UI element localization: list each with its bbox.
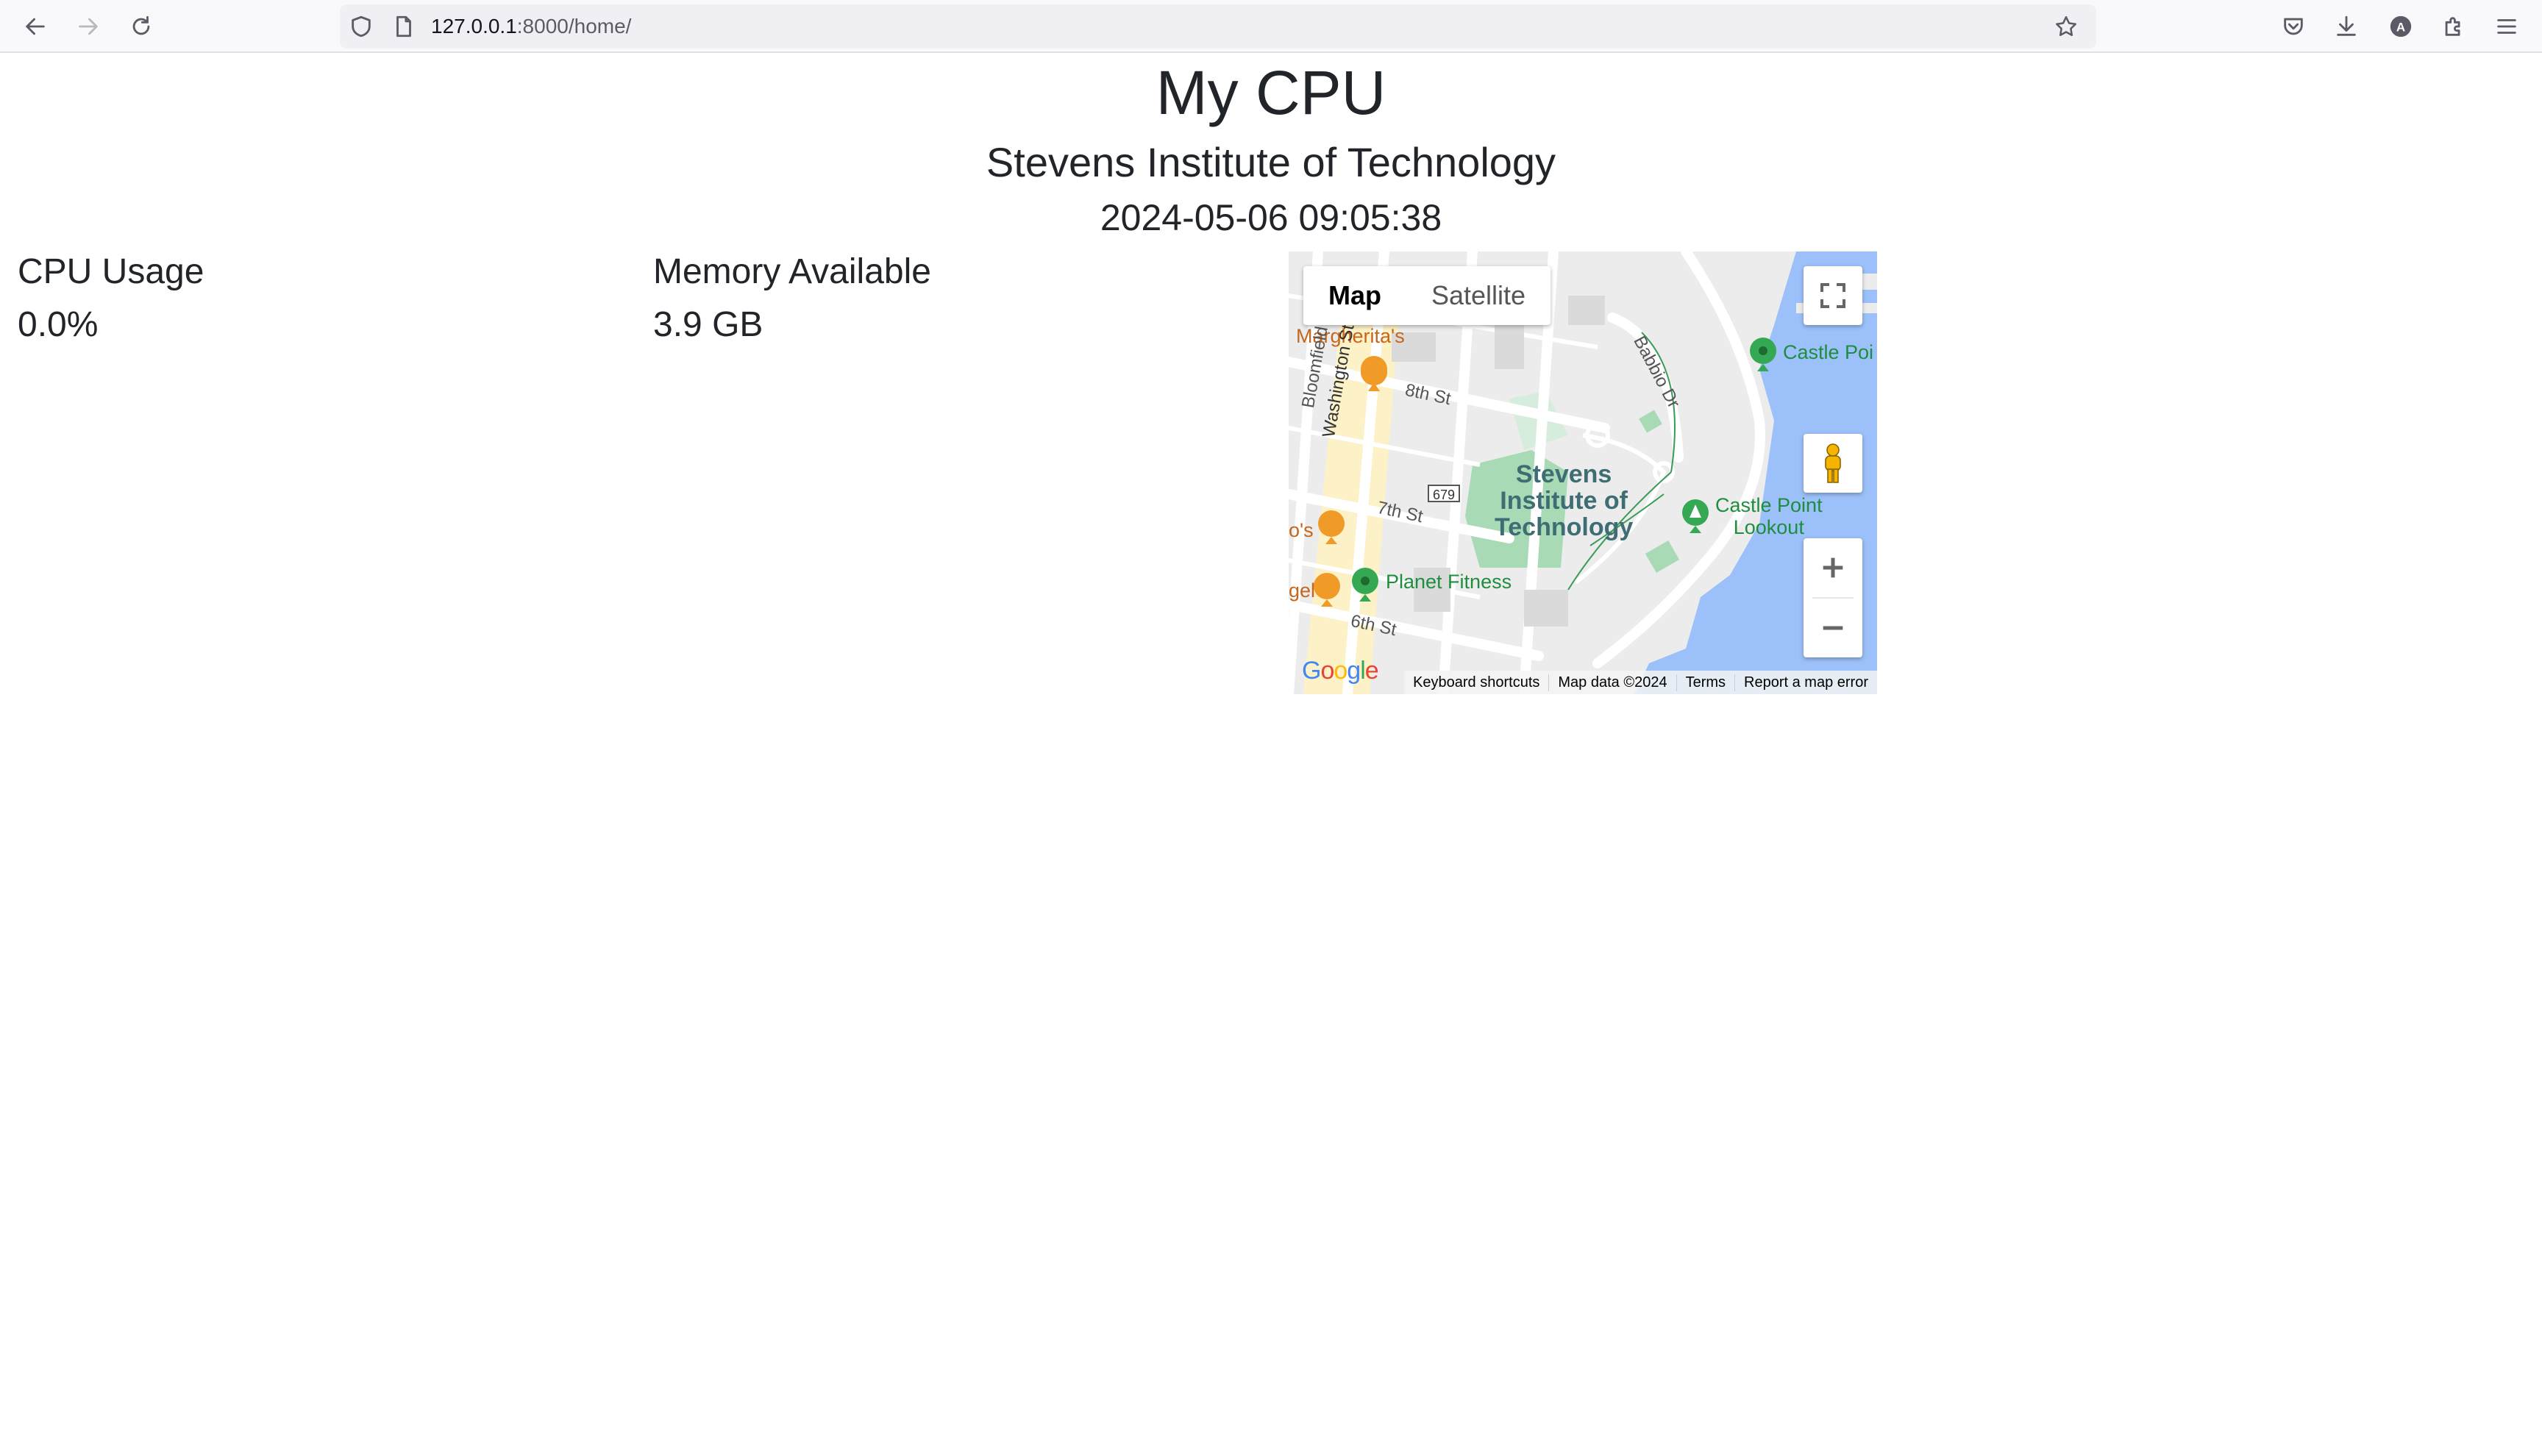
cpu-usage-stat: CPU Usage 0.0% — [18, 250, 204, 347]
report-map-error-link[interactable]: Report a map error — [1734, 674, 1877, 691]
zoom-in-button[interactable] — [1804, 538, 1862, 597]
forward-button[interactable] — [68, 6, 109, 47]
bookmark-star-icon[interactable] — [2054, 14, 2079, 39]
place-label-castle-point-lookout[interactable]: Castle Point Lookout — [1715, 494, 1823, 538]
url-bar[interactable]: 127.0.0.1:8000/home/ — [340, 4, 2096, 49]
street-view-pegman-button[interactable] — [1804, 434, 1862, 493]
svg-text:A: A — [2396, 20, 2405, 34]
page-title: My CPU — [1156, 58, 1386, 127]
cpu-usage-label: CPU Usage — [18, 252, 204, 291]
back-arrow-icon — [26, 18, 45, 35]
menu-button[interactable] — [2486, 6, 2527, 47]
download-icon — [2337, 15, 2356, 36]
google-logo: Google — [1302, 657, 1379, 685]
plus-icon — [1823, 557, 1843, 578]
map-attribution: Keyboard shortcuts Map data ©2024 Terms … — [1404, 671, 1877, 694]
hamburger-menu-icon — [2497, 19, 2516, 34]
place-label-planet-fitness[interactable]: Planet Fitness — [1386, 571, 1512, 593]
page-subtitle: Stevens Institute of Technology — [986, 139, 1556, 185]
place-label-gel[interactable]: gel — [1289, 579, 1315, 602]
extensions-button[interactable] — [2433, 6, 2474, 47]
timestamp: 2024-05-06 09:05:38 — [1100, 197, 1442, 238]
place-label-stevens[interactable]: Stevens Institute of Technology — [1495, 461, 1633, 540]
account-button[interactable]: A — [2380, 6, 2421, 47]
google-map[interactable]: Margherita's Castle Poi Stevens Institut… — [1289, 251, 1877, 694]
zoom-out-button[interactable] — [1804, 599, 1862, 657]
page-icon — [396, 15, 411, 38]
forward-arrow-icon — [79, 18, 98, 35]
map-type-satellite-button[interactable]: Satellite — [1406, 266, 1551, 325]
pocket-icon — [2284, 18, 2303, 35]
pegman-icon — [1825, 443, 1841, 483]
memory-available-stat: Memory Available 3.9 GB — [653, 250, 931, 347]
map-type-control: Map Satellite — [1303, 266, 1551, 325]
url-text[interactable]: 127.0.0.1:8000/home/ — [431, 4, 631, 49]
reload-button[interactable] — [121, 6, 162, 47]
map-type-map-button[interactable]: Map — [1303, 266, 1406, 325]
account-avatar-icon: A — [2390, 15, 2412, 38]
keyboard-shortcuts-link[interactable]: Keyboard shortcuts — [1404, 674, 1548, 691]
puzzle-icon — [2445, 17, 2460, 36]
place-label-os[interactable]: o's — [1289, 519, 1314, 541]
map-data-text: Map data ©2024 — [1548, 674, 1676, 691]
place-label-castle-point[interactable]: Castle Poi — [1783, 341, 1873, 363]
minus-icon — [1823, 626, 1843, 630]
fullscreen-icon — [1820, 283, 1845, 308]
cpu-usage-value: 0.0% — [18, 305, 99, 344]
back-button[interactable] — [15, 6, 56, 47]
fullscreen-button[interactable] — [1804, 266, 1862, 325]
downloads-button[interactable] — [2326, 6, 2367, 47]
shield-icon[interactable] — [349, 14, 374, 39]
memory-available-value: 3.9 GB — [653, 305, 763, 344]
browser-toolbar: 127.0.0.1:8000/home/ A — [0, 0, 2542, 53]
zoom-control — [1804, 538, 1862, 657]
route-label: 679 — [1433, 488, 1456, 502]
reload-icon — [132, 15, 150, 35]
terms-link[interactable]: Terms — [1676, 674, 1734, 691]
memory-available-label: Memory Available — [653, 252, 931, 291]
pocket-button[interactable] — [2273, 6, 2314, 47]
